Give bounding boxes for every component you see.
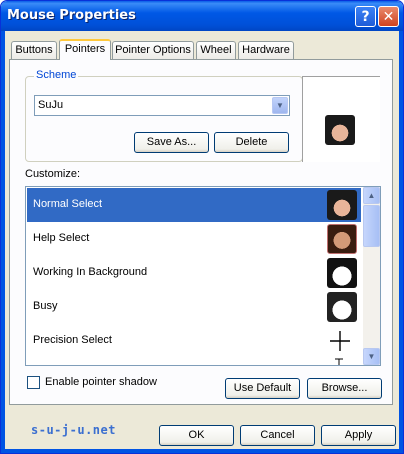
delete-button[interactable]: Delete [214,132,289,153]
list-item-precision-select[interactable]: Precision Select [27,324,361,358]
suju-face-icon [327,224,357,254]
pointers-tab-panel: Scheme SuJu ▼ Save As... Delete Customiz… [9,59,393,405]
tab-label: Buttons [15,44,53,56]
list-item-label: Busy [33,300,58,312]
window-frame-right [399,31,403,453]
list-item-label: Precision Select [33,334,112,346]
window-title: Mouse Properties [7,8,136,23]
text-select-icon [335,358,343,365]
list-item-label: Working In Background [33,266,148,278]
browse-button[interactable]: Browse... [307,378,382,399]
scheme-legend: Scheme [34,69,79,81]
title-bar[interactable]: Mouse Properties ? ✕ [1,1,403,31]
list-item-label: Normal Select [33,198,103,210]
window-frame-bottom [1,449,403,453]
tab-label: Pointers [64,43,106,55]
list-item-label: Help Select [33,232,90,244]
customize-label: Customize: [25,168,81,180]
tab-label: Wheel [200,44,232,56]
scheme-groupbox: Scheme SuJu ▼ Save As... Delete [25,69,303,162]
crosshair-icon [330,331,350,351]
close-icon: ✕ [382,8,395,25]
scheme-dropdown[interactable]: SuJu ▼ [34,95,290,116]
cartoon-face-icon [327,292,357,322]
ok-button[interactable]: OK [159,425,234,446]
pointer-preview [302,76,380,162]
list-item-help-select[interactable]: Help Select [27,222,361,256]
scroll-down-icon[interactable]: ▼ [363,348,380,365]
suju-face-icon [325,115,355,145]
close-button[interactable]: ✕ [378,6,399,27]
cancel-button[interactable]: Cancel [240,425,315,446]
scroll-thumb[interactable] [363,205,380,247]
tab-wheel[interactable]: Wheel [196,41,236,59]
enable-shadow-label[interactable]: Enable pointer shadow [45,376,157,388]
list-item-working-in-background[interactable]: Working In Background [27,256,361,290]
list-item-busy[interactable]: Busy [27,290,361,324]
tab-pointers[interactable]: Pointers [59,39,111,60]
watermark-text: s-u-j-u.net [31,423,116,437]
list-scrollbar[interactable]: ▲ ▼ [363,187,380,365]
tab-hardware[interactable]: Hardware [238,41,294,59]
window-frame-left [1,31,5,453]
tab-label: Pointer Options [115,44,191,56]
chevron-down-icon[interactable]: ▼ [272,97,288,114]
apply-button[interactable]: Apply [321,425,396,446]
scroll-up-icon[interactable]: ▲ [363,187,380,204]
enable-shadow-checkbox[interactable] [27,376,40,389]
save-as-button[interactable]: Save As... [134,132,209,153]
tab-label: Hardware [242,44,290,56]
help-icon: ? [361,8,370,25]
mouse-properties-window: Mouse Properties ? ✕ Buttons Pointers Po… [0,0,404,454]
list-item-normal-select[interactable]: Normal Select [27,188,361,222]
tab-buttons[interactable]: Buttons [11,41,57,59]
help-button[interactable]: ? [355,6,376,27]
tab-pointer-options[interactable]: Pointer Options [112,41,194,59]
scheme-selected-value: SuJu [38,99,64,111]
suju-face-icon [327,190,357,220]
cartoon-face-icon [327,258,357,288]
use-default-button[interactable]: Use Default [225,378,300,399]
pointer-list[interactable]: Normal Select Help Select Working In Bac… [25,186,381,366]
